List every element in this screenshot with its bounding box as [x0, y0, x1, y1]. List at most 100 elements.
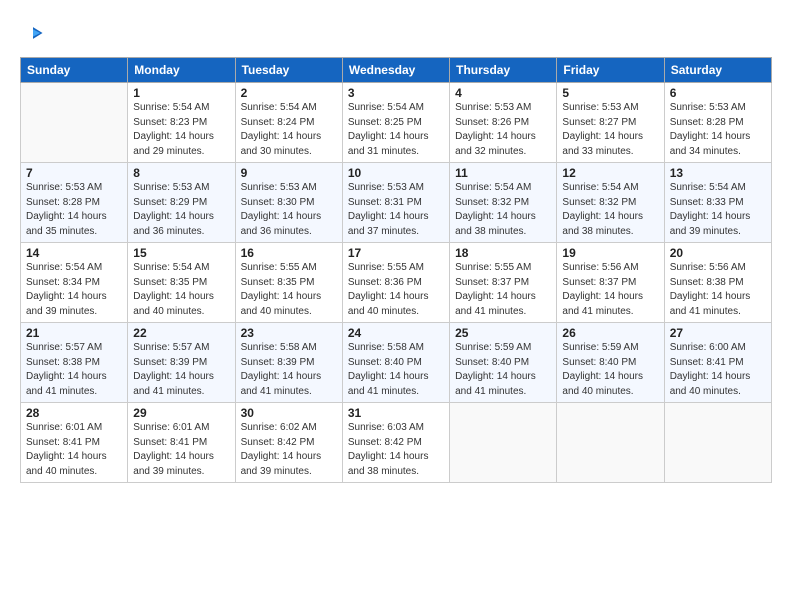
calendar-cell: 29Sunrise: 6:01 AMSunset: 8:41 PMDayligh…: [128, 403, 235, 483]
day-number: 21: [26, 326, 122, 340]
day-number: 20: [670, 246, 766, 260]
calendar-cell: 19Sunrise: 5:56 AMSunset: 8:37 PMDayligh…: [557, 243, 664, 323]
calendar-cell: 17Sunrise: 5:55 AMSunset: 8:36 PMDayligh…: [342, 243, 449, 323]
calendar-cell: 5Sunrise: 5:53 AMSunset: 8:27 PMDaylight…: [557, 83, 664, 163]
day-info: Sunrise: 5:53 AMSunset: 8:27 PMDaylight:…: [562, 101, 658, 159]
calendar-cell: 20Sunrise: 5:56 AMSunset: 8:38 PMDayligh…: [664, 243, 771, 323]
day-number: 27: [670, 326, 766, 340]
day-number: 2: [241, 86, 337, 100]
calendar-cell: 13Sunrise: 5:54 AMSunset: 8:33 PMDayligh…: [664, 163, 771, 243]
day-number: 29: [133, 406, 229, 420]
day-number: 18: [455, 246, 551, 260]
day-info: Sunrise: 5:53 AMSunset: 8:30 PMDaylight:…: [241, 181, 337, 239]
day-info: Sunrise: 6:02 AMSunset: 8:42 PMDaylight:…: [241, 421, 337, 479]
day-info: Sunrise: 5:54 AMSunset: 8:32 PMDaylight:…: [455, 181, 551, 239]
day-number: 11: [455, 166, 551, 180]
day-info: Sunrise: 5:53 AMSunset: 8:28 PMDaylight:…: [26, 181, 122, 239]
day-info: Sunrise: 5:54 AMSunset: 8:32 PMDaylight:…: [562, 181, 658, 239]
calendar-cell: 10Sunrise: 5:53 AMSunset: 8:31 PMDayligh…: [342, 163, 449, 243]
calendar-cell: 30Sunrise: 6:02 AMSunset: 8:42 PMDayligh…: [235, 403, 342, 483]
day-info: Sunrise: 5:56 AMSunset: 8:37 PMDaylight:…: [562, 261, 658, 319]
day-info: Sunrise: 5:59 AMSunset: 8:40 PMDaylight:…: [455, 341, 551, 399]
day-info: Sunrise: 6:01 AMSunset: 8:41 PMDaylight:…: [26, 421, 122, 479]
day-info: Sunrise: 5:59 AMSunset: 8:40 PMDaylight:…: [562, 341, 658, 399]
day-number: 6: [670, 86, 766, 100]
day-number: 30: [241, 406, 337, 420]
calendar-header-wednesday: Wednesday: [342, 58, 449, 83]
day-number: 25: [455, 326, 551, 340]
calendar-cell: 11Sunrise: 5:54 AMSunset: 8:32 PMDayligh…: [450, 163, 557, 243]
day-number: 31: [348, 406, 444, 420]
day-number: 24: [348, 326, 444, 340]
calendar-cell: 7Sunrise: 5:53 AMSunset: 8:28 PMDaylight…: [21, 163, 128, 243]
calendar-cell: 4Sunrise: 5:53 AMSunset: 8:26 PMDaylight…: [450, 83, 557, 163]
header: [20, 18, 772, 49]
calendar-cell: 27Sunrise: 6:00 AMSunset: 8:41 PMDayligh…: [664, 323, 771, 403]
day-number: 4: [455, 86, 551, 100]
day-number: 22: [133, 326, 229, 340]
day-info: Sunrise: 5:58 AMSunset: 8:39 PMDaylight:…: [241, 341, 337, 399]
calendar-header-sunday: Sunday: [21, 58, 128, 83]
calendar-cell: 28Sunrise: 6:01 AMSunset: 8:41 PMDayligh…: [21, 403, 128, 483]
calendar-cell: 3Sunrise: 5:54 AMSunset: 8:25 PMDaylight…: [342, 83, 449, 163]
calendar-cell: 25Sunrise: 5:59 AMSunset: 8:40 PMDayligh…: [450, 323, 557, 403]
day-info: Sunrise: 5:54 AMSunset: 8:23 PMDaylight:…: [133, 101, 229, 159]
calendar-header-row: SundayMondayTuesdayWednesdayThursdayFrid…: [21, 58, 772, 83]
day-info: Sunrise: 5:53 AMSunset: 8:28 PMDaylight:…: [670, 101, 766, 159]
calendar-week-2: 7Sunrise: 5:53 AMSunset: 8:28 PMDaylight…: [21, 163, 772, 243]
day-info: Sunrise: 5:57 AMSunset: 8:38 PMDaylight:…: [26, 341, 122, 399]
calendar-week-3: 14Sunrise: 5:54 AMSunset: 8:34 PMDayligh…: [21, 243, 772, 323]
day-info: Sunrise: 5:54 AMSunset: 8:33 PMDaylight:…: [670, 181, 766, 239]
calendar-header-saturday: Saturday: [664, 58, 771, 83]
calendar-cell: 8Sunrise: 5:53 AMSunset: 8:29 PMDaylight…: [128, 163, 235, 243]
day-info: Sunrise: 5:56 AMSunset: 8:38 PMDaylight:…: [670, 261, 766, 319]
calendar-cell: 26Sunrise: 5:59 AMSunset: 8:40 PMDayligh…: [557, 323, 664, 403]
day-number: 3: [348, 86, 444, 100]
calendar-cell: 6Sunrise: 5:53 AMSunset: 8:28 PMDaylight…: [664, 83, 771, 163]
calendar-cell: 1Sunrise: 5:54 AMSunset: 8:23 PMDaylight…: [128, 83, 235, 163]
calendar-cell: 31Sunrise: 6:03 AMSunset: 8:42 PMDayligh…: [342, 403, 449, 483]
calendar-header-thursday: Thursday: [450, 58, 557, 83]
calendar-week-5: 28Sunrise: 6:01 AMSunset: 8:41 PMDayligh…: [21, 403, 772, 483]
day-info: Sunrise: 5:57 AMSunset: 8:39 PMDaylight:…: [133, 341, 229, 399]
day-info: Sunrise: 5:54 AMSunset: 8:34 PMDaylight:…: [26, 261, 122, 319]
day-info: Sunrise: 5:55 AMSunset: 8:35 PMDaylight:…: [241, 261, 337, 319]
calendar-cell: [450, 403, 557, 483]
day-info: Sunrise: 5:55 AMSunset: 8:36 PMDaylight:…: [348, 261, 444, 319]
day-number: 12: [562, 166, 658, 180]
calendar-cell: [664, 403, 771, 483]
day-number: 1: [133, 86, 229, 100]
calendar-cell: 15Sunrise: 5:54 AMSunset: 8:35 PMDayligh…: [128, 243, 235, 323]
day-number: 9: [241, 166, 337, 180]
day-number: 10: [348, 166, 444, 180]
day-number: 8: [133, 166, 229, 180]
calendar-cell: 23Sunrise: 5:58 AMSunset: 8:39 PMDayligh…: [235, 323, 342, 403]
day-number: 7: [26, 166, 122, 180]
calendar-cell: [557, 403, 664, 483]
day-number: 5: [562, 86, 658, 100]
day-number: 16: [241, 246, 337, 260]
calendar-cell: 16Sunrise: 5:55 AMSunset: 8:35 PMDayligh…: [235, 243, 342, 323]
calendar-cell: [21, 83, 128, 163]
calendar-cell: 24Sunrise: 5:58 AMSunset: 8:40 PMDayligh…: [342, 323, 449, 403]
day-number: 13: [670, 166, 766, 180]
calendar-header-monday: Monday: [128, 58, 235, 83]
calendar-header-tuesday: Tuesday: [235, 58, 342, 83]
day-info: Sunrise: 5:53 AMSunset: 8:26 PMDaylight:…: [455, 101, 551, 159]
calendar: SundayMondayTuesdayWednesdayThursdayFrid…: [20, 57, 772, 483]
day-info: Sunrise: 5:54 AMSunset: 8:35 PMDaylight:…: [133, 261, 229, 319]
calendar-cell: 22Sunrise: 5:57 AMSunset: 8:39 PMDayligh…: [128, 323, 235, 403]
calendar-body: 1Sunrise: 5:54 AMSunset: 8:23 PMDaylight…: [21, 83, 772, 483]
day-number: 26: [562, 326, 658, 340]
day-info: Sunrise: 5:53 AMSunset: 8:31 PMDaylight:…: [348, 181, 444, 239]
calendar-header-friday: Friday: [557, 58, 664, 83]
calendar-week-1: 1Sunrise: 5:54 AMSunset: 8:23 PMDaylight…: [21, 83, 772, 163]
calendar-cell: 21Sunrise: 5:57 AMSunset: 8:38 PMDayligh…: [21, 323, 128, 403]
logo: [20, 22, 44, 49]
calendar-week-4: 21Sunrise: 5:57 AMSunset: 8:38 PMDayligh…: [21, 323, 772, 403]
day-info: Sunrise: 6:00 AMSunset: 8:41 PMDaylight:…: [670, 341, 766, 399]
day-info: Sunrise: 5:54 AMSunset: 8:24 PMDaylight:…: [241, 101, 337, 159]
day-info: Sunrise: 5:58 AMSunset: 8:40 PMDaylight:…: [348, 341, 444, 399]
day-number: 23: [241, 326, 337, 340]
calendar-cell: 14Sunrise: 5:54 AMSunset: 8:34 PMDayligh…: [21, 243, 128, 323]
